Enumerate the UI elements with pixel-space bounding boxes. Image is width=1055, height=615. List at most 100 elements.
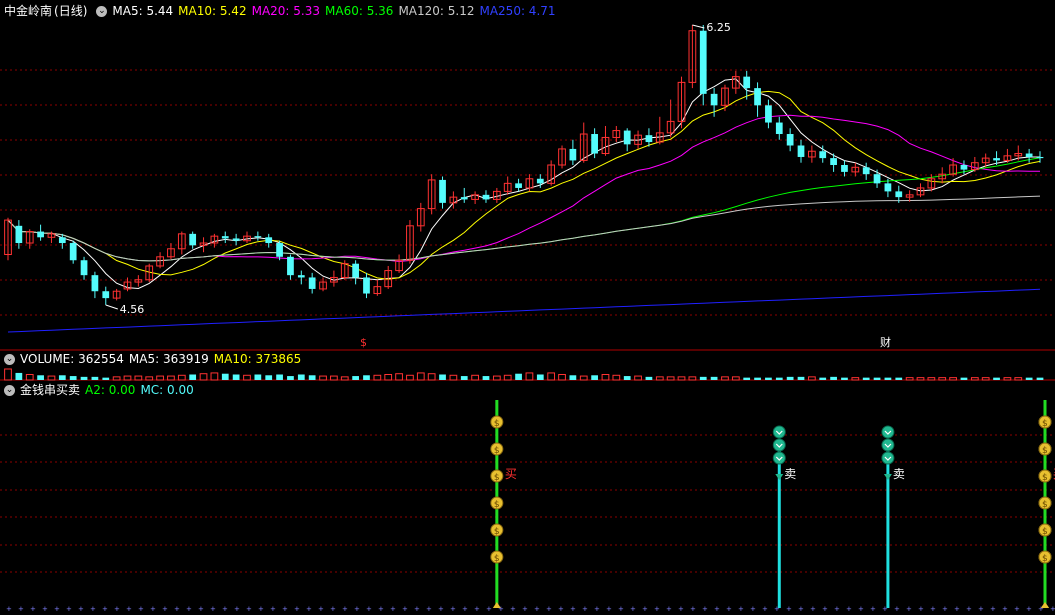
volume-bar [970,377,979,381]
baseline-dot: + [186,605,192,613]
volume-bar [655,376,664,381]
high-price-label: 6.25 [706,21,731,34]
baseline-dot: + [30,605,36,613]
baseline-dot: + [930,605,936,613]
candle-body [460,197,468,200]
chart-grid [0,69,1055,573]
candle-body [536,178,544,184]
volume-bar [102,377,110,380]
candle-body [80,260,88,276]
volume-bar [862,377,870,380]
baseline-dot: + [810,605,816,613]
baseline-dot: + [198,605,204,613]
baseline-dot: + [294,605,300,613]
candle-body [775,122,783,135]
candle-body [482,194,490,200]
baseline-dot: + [786,605,792,613]
volume-bar [743,377,751,380]
baseline-dot: + [90,605,96,613]
candle-body [765,105,772,123]
candle-body [308,277,316,289]
volume-bar [287,376,294,380]
candle-body [439,179,446,203]
baseline-dot: + [450,605,456,613]
signal-series: + + + + + + + + + + + + + + + + + + + + + + + + + + + + + + + + + + + + + + + +… [6,400,1055,613]
candle-body [37,231,44,238]
volume-bar [981,377,990,381]
baseline-dot: + [114,605,120,613]
volume-bar [797,376,805,380]
volume-bar [232,374,240,380]
baseline-dot: + [1002,605,1008,613]
candle-body [786,134,794,146]
volume-bar [427,373,436,381]
sell-label: 卖 [784,467,796,481]
baseline-dot: + [342,605,348,613]
baseline-dot: + [414,605,420,613]
baseline-dot: + [570,605,576,613]
volume-bars [4,368,1044,381]
baseline-dot: + [534,605,540,613]
volume-bar [612,374,621,381]
baseline-dot: + [834,605,840,613]
baseline-dot: + [462,605,468,613]
money-bag-glyph: $ [1042,500,1048,510]
volume-bar [1036,377,1044,380]
volume-bar [841,377,848,380]
baseline-dot: + [390,605,396,613]
baseline-dot: + [594,605,600,613]
volume-bar [243,374,251,381]
dividend-marker[interactable]: $ [360,336,367,349]
volume-bar [775,377,783,380]
baseline-dot: + [258,605,264,613]
baseline-dot: + [330,605,336,613]
volume-bar [363,375,370,380]
candle-body [743,76,751,89]
chart-canvas[interactable]: + + + + + + + + + + + + + + + + + + + + + + + + + + + + + + + + + + + + + + + +… [0,0,1055,615]
candle-body [1025,153,1033,157]
volume-bar [58,375,66,380]
volume-bar [851,377,860,381]
candle-body [352,263,359,278]
volume-bar [210,372,219,381]
baseline-dot: + [270,605,276,613]
volume-bar [4,368,12,381]
candle-body [710,93,718,106]
volume-bar [873,377,881,380]
candle-body [15,225,23,244]
baseline-dot: + [666,605,672,613]
volume-bar [439,374,446,380]
moving-averages [7,78,1041,333]
volume-bar [525,372,534,381]
high-pointer [692,24,705,29]
ma250-line [7,288,1041,333]
baseline-dot: + [714,605,720,613]
volume-bar [80,376,88,380]
volume-bar [471,374,479,381]
candle-body [276,243,283,257]
volume-bar [373,374,382,381]
sell-arrow-icon [775,474,784,480]
money-bag-glyph: $ [494,446,500,456]
volume-bar [993,377,1000,380]
baseline-dot: + [222,605,228,613]
money-bag-glyph: $ [494,500,500,510]
candle-body [993,158,1000,161]
volume-bar [808,376,816,381]
candle-body [884,183,892,192]
buy-label: 买 [505,467,517,481]
volume-bar [406,374,414,381]
baseline-dot: + [6,605,12,613]
low-pointer [105,304,118,310]
volume-bar [449,374,458,381]
volume-bar [623,376,631,380]
volume-bar [156,375,164,381]
candle-body [69,243,77,261]
baseline-dot: + [438,605,444,613]
money-bag-glyph: $ [1042,554,1048,564]
candle-body [221,236,229,239]
volume-bar [916,377,925,381]
financial-report-marker[interactable]: 财 [880,335,891,349]
money-bag-glyph: $ [494,527,500,537]
volume-bar [15,372,23,380]
